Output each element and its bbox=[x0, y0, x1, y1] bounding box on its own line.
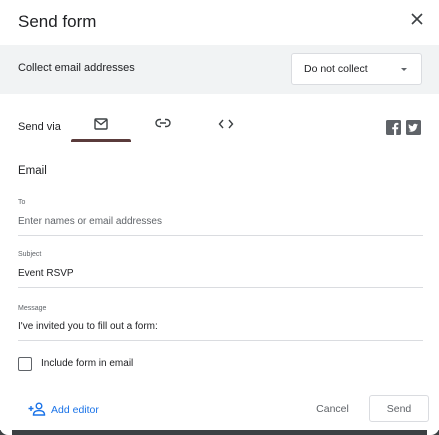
active-tab-indicator bbox=[71, 139, 131, 142]
tab-embed-html[interactable] bbox=[196, 107, 256, 142]
send-button[interactable]: Send bbox=[369, 395, 429, 422]
include-form-checkbox[interactable] bbox=[18, 357, 32, 371]
add-editor-label: Add editor bbox=[51, 404, 99, 416]
close-button[interactable] bbox=[406, 8, 428, 30]
subject-value: Event RSVP bbox=[18, 268, 74, 279]
dialog-title: Send form bbox=[18, 12, 97, 31]
share-twitter-button[interactable] bbox=[406, 120, 421, 135]
collect-email-row: Collect email addresses Do not collect bbox=[0, 45, 439, 94]
collect-email-dropdown[interactable]: Do not collect bbox=[291, 53, 422, 85]
to-label: To bbox=[18, 199, 26, 206]
add-person-icon bbox=[28, 402, 46, 416]
dropdown-arrow-icon bbox=[401, 68, 407, 71]
tab-email[interactable] bbox=[71, 107, 131, 142]
close-icon bbox=[411, 13, 423, 25]
collect-email-label: Collect email addresses bbox=[18, 62, 135, 74]
subject-label: Subject bbox=[18, 251, 42, 258]
send-via-label: Send via bbox=[18, 121, 61, 133]
to-placeholder: Enter names or email addresses bbox=[18, 216, 162, 227]
email-section-title: Email bbox=[18, 165, 47, 177]
embed-code-icon bbox=[218, 119, 234, 129]
facebook-icon bbox=[386, 120, 401, 135]
link-icon bbox=[155, 118, 171, 128]
message-field[interactable]: I've invited you to fill out a form: bbox=[18, 318, 423, 341]
twitter-icon bbox=[406, 120, 421, 135]
subject-field[interactable]: Event RSVP bbox=[18, 265, 423, 288]
email-icon bbox=[94, 118, 108, 130]
share-facebook-button[interactable] bbox=[386, 120, 401, 135]
to-field[interactable]: Enter names or email addresses bbox=[18, 213, 423, 236]
include-form-label: Include form in email bbox=[41, 358, 134, 369]
tab-link[interactable] bbox=[134, 107, 194, 142]
send-form-dialog: Send form Collect email addresses Do not… bbox=[0, 0, 439, 435]
collect-email-selected: Do not collect bbox=[304, 63, 368, 75]
backdrop-edge bbox=[0, 430, 439, 435]
message-label: Message bbox=[18, 305, 47, 312]
cancel-button[interactable]: Cancel bbox=[305, 396, 360, 422]
message-value: I've invited you to fill out a form: bbox=[18, 321, 158, 332]
